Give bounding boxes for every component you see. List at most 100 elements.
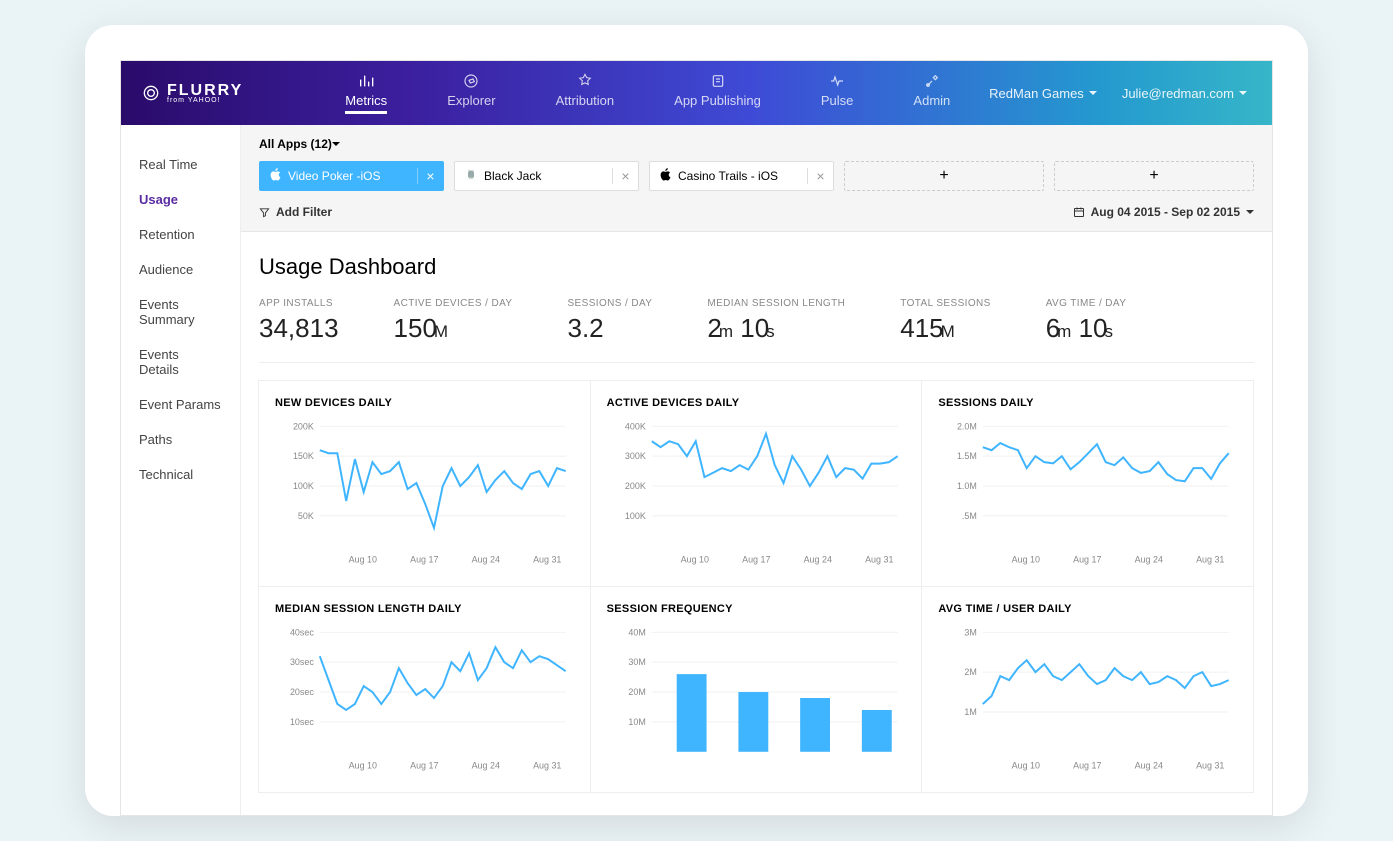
svg-text:20sec: 20sec (290, 687, 314, 697)
explorer-icon (463, 73, 479, 89)
svg-text:Aug 31: Aug 31 (1196, 555, 1224, 565)
svg-text:Aug 17: Aug 17 (1073, 761, 1101, 771)
top-nav: Metrics Explorer Attribution App Publishing… (345, 73, 989, 114)
company-selector[interactable]: RedMan Games (989, 86, 1097, 101)
svg-text:40sec: 40sec (290, 627, 314, 637)
app-chip[interactable]: Black Jack× (454, 161, 639, 191)
sidebar-item-usage[interactable]: Usage (121, 182, 240, 217)
app-chip[interactable]: Video Poker -iOS × (259, 161, 444, 191)
stats-row: APP INSTALLS34,813ACTIVE DEVICES / DAY15… (259, 298, 1254, 363)
calendar-icon (1073, 206, 1085, 218)
nav-tab-label: Explorer (447, 93, 495, 108)
admin-icon (924, 73, 940, 89)
svg-text:2M: 2M (965, 667, 977, 677)
stat-block: SESSIONS / DAY3.2 (567, 298, 652, 344)
svg-text:Aug 10: Aug 10 (1012, 761, 1040, 771)
page-title: Usage Dashboard (259, 254, 1254, 280)
nav-tab-explorer[interactable]: Explorer (447, 73, 495, 114)
svg-text:Aug 10: Aug 10 (349, 761, 377, 771)
sidebar-item-event-params[interactable]: Event Params (121, 387, 240, 422)
nav-tab-label: Admin (913, 93, 950, 108)
svg-text:30sec: 30sec (290, 657, 314, 667)
plus-icon: + (1149, 167, 1158, 185)
stat-block: MEDIAN SESSION LENGTH2m 10s (707, 298, 845, 344)
nav-tab-metrics[interactable]: Metrics (345, 73, 387, 114)
add-filter-button[interactable]: Add Filter (259, 205, 332, 219)
svg-text:10M: 10M (628, 717, 645, 727)
nav-tab-admin[interactable]: Admin (913, 73, 950, 114)
brand-logo[interactable]: FLURRY from YAHOO! (121, 82, 265, 104)
sidebar-item-paths[interactable]: Paths (121, 422, 240, 457)
sidebar-item-events-summary[interactable]: Events Summary (121, 287, 240, 337)
nav-tab-pulse[interactable]: Pulse (821, 73, 854, 114)
chip-close-button[interactable]: × (612, 168, 638, 184)
svg-text:Aug 17: Aug 17 (742, 555, 770, 565)
svg-text:40M: 40M (628, 627, 645, 637)
sidebar-item-audience[interactable]: Audience (121, 252, 240, 287)
pulse-icon (829, 73, 845, 89)
stat-label: ACTIVE DEVICES / DAY (394, 298, 513, 309)
app-chips: Video Poker -iOS×Black Jack×Casino Trail… (259, 161, 1254, 191)
stat-value: 3.2 (567, 313, 652, 344)
user-email-selector[interactable]: Julie@redman.com (1122, 86, 1247, 101)
svg-text:30M: 30M (628, 657, 645, 667)
app-chip-label: Casino Trails - iOS (678, 169, 778, 183)
body: Real TimeUsageRetentionAudienceEvents Su… (121, 125, 1272, 815)
svg-text:Aug 24: Aug 24 (1135, 761, 1163, 771)
svg-text:.5M: .5M (962, 511, 977, 521)
metrics-icon (358, 73, 374, 89)
nav-tab-app-publishing[interactable]: App Publishing (674, 73, 761, 114)
apple-icon (270, 168, 281, 184)
stat-value: 2m 10s (707, 313, 845, 344)
svg-text:Aug 10: Aug 10 (680, 555, 708, 565)
svg-text:Aug 17: Aug 17 (410, 555, 438, 565)
top-header: FLURRY from YAHOO! Metrics Explorer Attrib… (121, 61, 1272, 125)
stat-value: 150M (394, 313, 513, 344)
sidebar-item-real-time[interactable]: Real Time (121, 147, 240, 182)
charts-grid: NEW DEVICES DAILY50K100K150K200KAug 10Au… (259, 381, 1254, 793)
svg-text:10sec: 10sec (290, 717, 314, 727)
dashboard: Usage Dashboard APP INSTALLS34,813ACTIVE… (241, 232, 1272, 815)
app-chip-label: Video Poker -iOS (288, 169, 381, 183)
header-right: RedMan Games Julie@redman.com (989, 86, 1272, 101)
chart-title: AVG TIME / USER DAILY (938, 603, 1237, 615)
add-filter-label: Add Filter (276, 205, 332, 219)
svg-text:Aug 24: Aug 24 (472, 761, 500, 771)
svg-text:1.0M: 1.0M (957, 481, 977, 491)
stat-label: APP INSTALLS (259, 298, 339, 309)
svg-text:Aug 10: Aug 10 (349, 555, 377, 565)
svg-text:Aug 31: Aug 31 (1196, 761, 1224, 771)
svg-text:50K: 50K (298, 511, 314, 521)
svg-text:100K: 100K (293, 481, 314, 491)
svg-text:150K: 150K (293, 451, 314, 461)
side-nav: Real TimeUsageRetentionAudienceEvents Su… (121, 125, 241, 815)
chart-card: NEW DEVICES DAILY50K100K150K200KAug 10Au… (258, 380, 591, 587)
svg-text:300K: 300K (625, 451, 646, 461)
sidebar-item-events-details[interactable]: Events Details (121, 337, 240, 387)
chip-close-button[interactable]: × (807, 168, 833, 184)
svg-text:Aug 24: Aug 24 (472, 555, 500, 565)
svg-text:Aug 31: Aug 31 (533, 555, 561, 565)
svg-text:Aug 17: Aug 17 (1073, 555, 1101, 565)
add-app-chip[interactable]: + (1054, 161, 1254, 191)
add-app-chip[interactable]: + (844, 161, 1044, 191)
nav-tab-label: Metrics (345, 93, 387, 108)
sidebar-item-technical[interactable]: Technical (121, 457, 240, 492)
nav-tab-label: Pulse (821, 93, 854, 108)
attribution-icon (577, 73, 593, 89)
svg-text:Aug 31: Aug 31 (533, 761, 561, 771)
chart-title: SESSIONS DAILY (938, 397, 1237, 409)
svg-text:200K: 200K (293, 421, 314, 431)
nav-tab-attribution[interactable]: Attribution (556, 73, 615, 114)
svg-text:Aug 31: Aug 31 (865, 555, 893, 565)
all-apps-selector[interactable]: All Apps (12) (259, 137, 1254, 151)
chip-close-button[interactable]: × (417, 168, 443, 184)
chart-card: MEDIAN SESSION LENGTH DAILY10sec20sec30s… (258, 586, 591, 793)
app-chip[interactable]: Casino Trails - iOS × (649, 161, 834, 191)
svg-text:Aug 24: Aug 24 (803, 555, 831, 565)
stat-label: TOTAL SESSIONS (900, 298, 990, 309)
sidebar-item-retention[interactable]: Retention (121, 217, 240, 252)
flurry-logo-icon (143, 85, 159, 101)
date-range-picker[interactable]: Aug 04 2015 - Sep 02 2015 (1073, 205, 1254, 219)
nav-tab-label: Attribution (556, 93, 615, 108)
